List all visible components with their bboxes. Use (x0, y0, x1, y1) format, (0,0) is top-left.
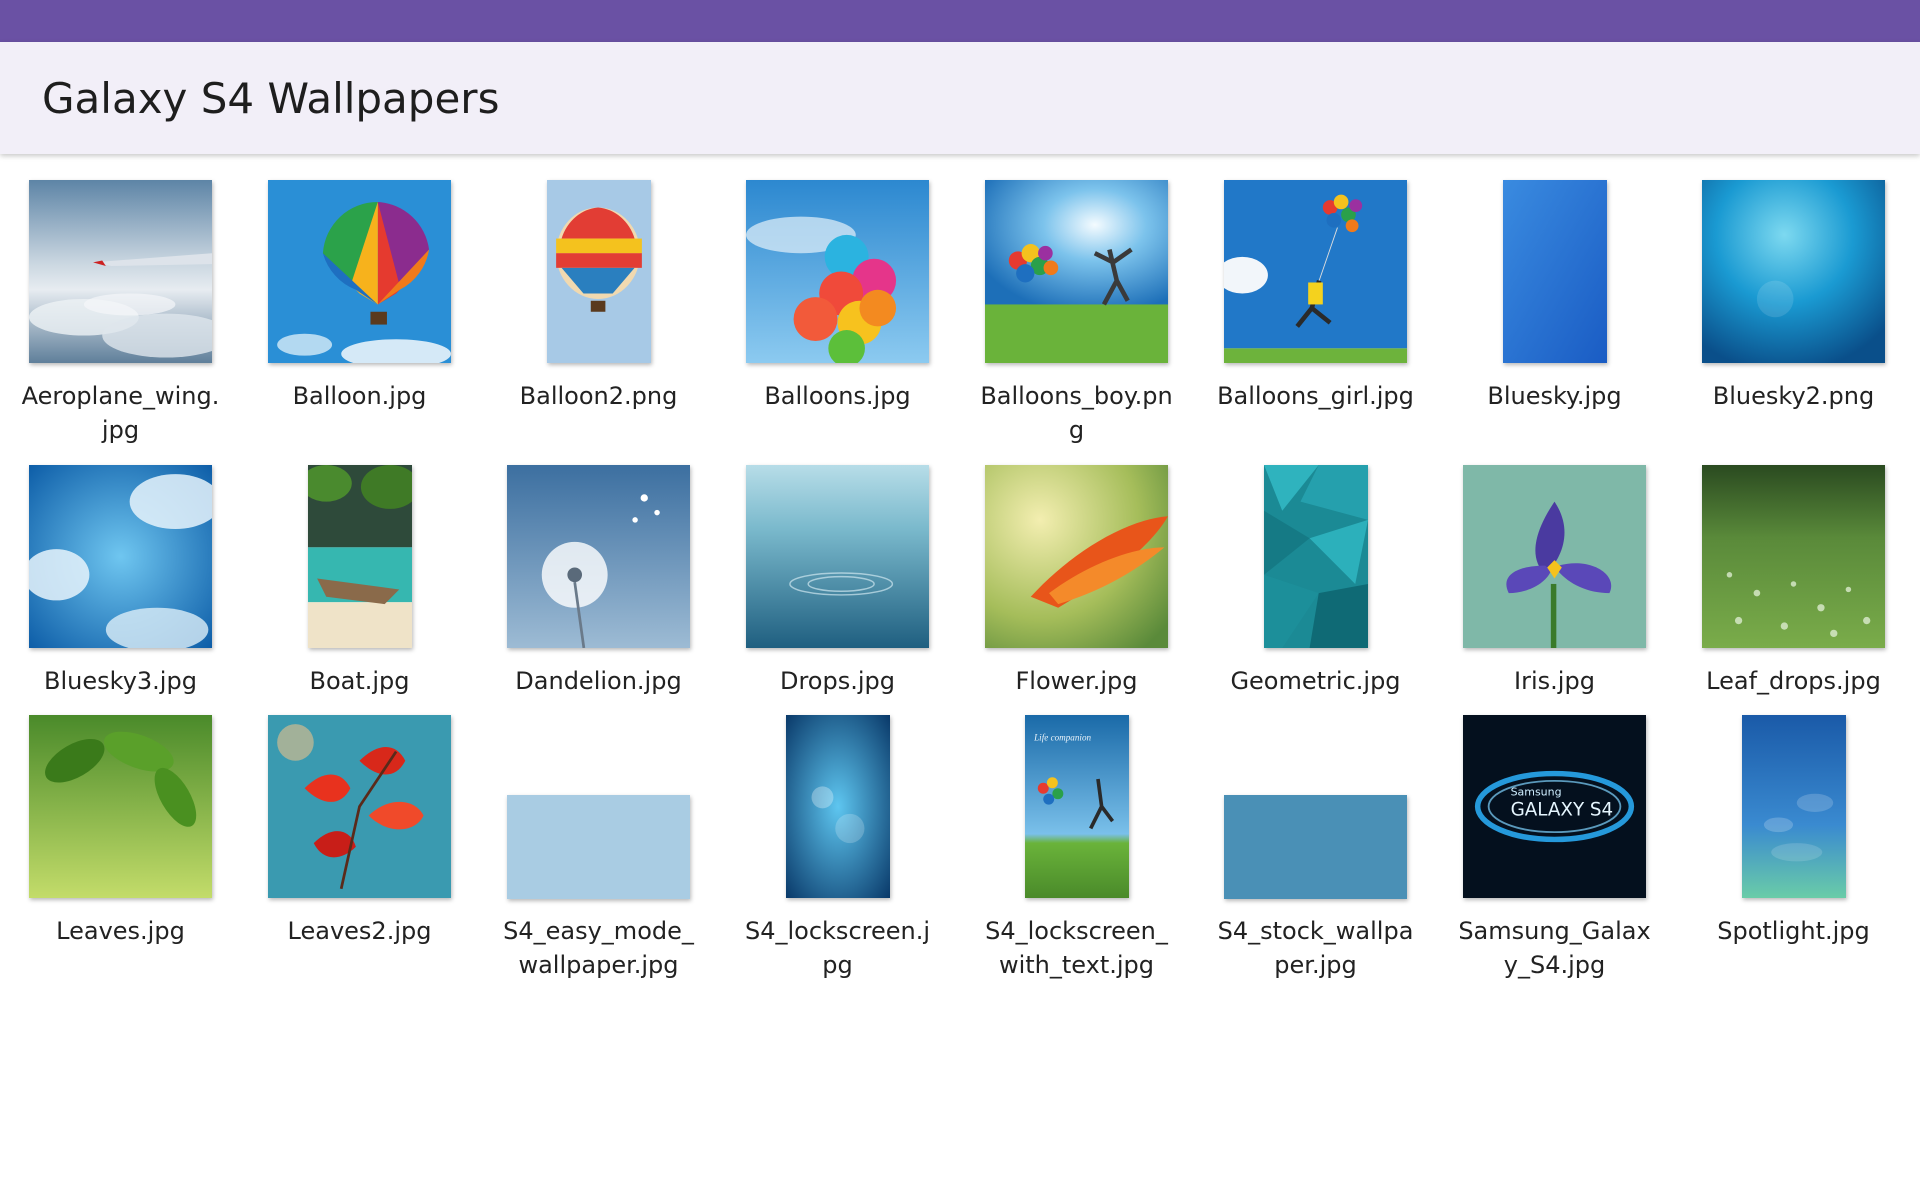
page-title: Galaxy S4 Wallpapers (42, 73, 500, 123)
wallpaper-filename: S4_lockscreen_with_text.jpg (985, 917, 1168, 979)
wallpaper-filename: Bluesky2.png (1712, 382, 1875, 410)
wallpaper-tile-drops[interactable]: Drops.jpg (718, 465, 957, 715)
lockscreen-caption: Life companion (1033, 733, 1091, 743)
wallpaper-filename: Balloon.jpg (292, 382, 427, 410)
wallpaper-thumbnail (507, 465, 690, 648)
app-header: Galaxy S4 Wallpapers (0, 42, 1920, 154)
wallpaper-filename: S4_stock_wallpaper.jpg (1217, 917, 1414, 979)
wallpaper-tile-balloons-girl[interactable]: Balloons_girl.jpg (1196, 180, 1435, 465)
wallpaper-thumbnail (268, 180, 451, 363)
wallpaper-tile-balloons[interactable]: Balloons.jpg (718, 180, 957, 465)
wallpaper-thumbnail (746, 465, 929, 648)
wallpaper-filename: Balloons_girl.jpg (1217, 382, 1414, 410)
wallpaper-tile-aeroplane-wing[interactable]: Aeroplane_wing.jpg (1, 180, 240, 465)
wallpaper-tile-leaves[interactable]: Leaves.jpg (1, 715, 240, 1000)
wallpaper-thumbnail (1741, 715, 1846, 898)
wallpaper-thumbnail (29, 180, 212, 363)
galaxy-brand-text: Samsung (1511, 786, 1562, 799)
wallpaper-filename: Balloons.jpg (764, 382, 911, 410)
wallpaper-tile-s4-lockscreen[interactable]: S4_lockscreen.jpg (718, 715, 957, 1000)
wallpaper-filename: Boat.jpg (309, 667, 410, 695)
wallpaper-thumbnail (746, 180, 929, 363)
wallpaper-thumbnail (1702, 180, 1885, 363)
wallpaper-tile-s4-stock-wallpaper[interactable]: S4_stock_wallpaper.jpg (1196, 715, 1435, 1000)
wallpaper-grid: Aeroplane_wing.jpg Balloon.jpg Balloon2.… (0, 180, 1920, 1000)
wallpaper-thumbnail (1702, 465, 1885, 648)
wallpaper-filename: Samsung_Galaxy_S4.jpg (1458, 917, 1651, 979)
wallpaper-thumbnail (307, 465, 412, 648)
wallpaper-filename: S4_lockscreen.jpg (744, 917, 931, 979)
wallpaper-thumbnail (546, 180, 651, 363)
wallpaper-tile-leaves2[interactable]: Leaves2.jpg (240, 715, 479, 1000)
wallpaper-filename: Bluesky.jpg (1487, 382, 1622, 410)
wallpaper-tile-balloon2[interactable]: Balloon2.png (479, 180, 718, 465)
wallpaper-tile-s4-easy-mode[interactable]: S4_easy_mode_wallpaper.jpg (479, 715, 718, 1000)
wallpaper-filename: Leaves.jpg (56, 917, 185, 945)
wallpaper-thumbnail (1224, 180, 1407, 363)
wallpaper-tile-boat[interactable]: Boat.jpg (240, 465, 479, 715)
wallpaper-thumbnail (1502, 180, 1607, 363)
wallpaper-thumbnail (29, 465, 212, 648)
wallpaper-tile-dandelion[interactable]: Dandelion.jpg (479, 465, 718, 715)
wallpaper-filename: Flower.jpg (1015, 667, 1138, 695)
wallpaper-tile-bluesky[interactable]: Bluesky.jpg (1435, 180, 1674, 465)
wallpaper-tile-iris[interactable]: Iris.jpg (1435, 465, 1674, 715)
wallpaper-tile-balloon[interactable]: Balloon.jpg (240, 180, 479, 465)
wallpaper-tile-bluesky3[interactable]: Bluesky3.jpg (1, 465, 240, 715)
wallpaper-filename: Aeroplane_wing.jpg (21, 382, 220, 444)
wallpaper-tile-s4-lockscreen-with-text[interactable]: Life companion S4_lockscreen_with_text.j… (957, 715, 1196, 1000)
wallpaper-thumbnail (268, 715, 451, 898)
wallpaper-thumbnail (985, 465, 1168, 648)
wallpaper-filename: Dandelion.jpg (515, 667, 682, 695)
wallpaper-filename: Iris.jpg (1514, 667, 1595, 695)
wallpaper-thumbnail (29, 715, 212, 898)
wallpaper-thumbnail (1263, 465, 1368, 648)
galaxy-model-text: GALAXY S4 (1511, 800, 1614, 821)
wallpaper-tile-leaf-drops[interactable]: Leaf_drops.jpg (1674, 465, 1913, 715)
wallpaper-tile-balloons-boy[interactable]: Balloons_boy.png (957, 180, 1196, 465)
wallpaper-filename: S4_easy_mode_wallpaper.jpg (503, 917, 694, 979)
wallpaper-thumbnail (985, 180, 1168, 363)
wallpaper-tile-samsung-galaxy-s4[interactable]: Samsung GALAXY S4 Samsung_Galaxy_S4.jpg (1435, 715, 1674, 1000)
wallpaper-filename: Leaf_drops.jpg (1706, 667, 1881, 695)
wallpaper-tile-spotlight[interactable]: Spotlight.jpg (1674, 715, 1913, 1000)
wallpaper-filename: Drops.jpg (779, 667, 895, 695)
status-bar (0, 0, 1920, 42)
wallpaper-filename: Balloon2.png (519, 382, 678, 410)
wallpaper-filename: Bluesky3.jpg (44, 667, 197, 695)
wallpaper-filename: Balloons_boy.png (980, 382, 1173, 444)
wallpaper-thumbnail (785, 715, 890, 898)
wallpaper-thumbnail (1224, 794, 1407, 899)
wallpaper-thumbnail: Samsung GALAXY S4 (1463, 715, 1646, 898)
wallpaper-tile-flower[interactable]: Flower.jpg (957, 465, 1196, 715)
wallpaper-filename: Leaves2.jpg (287, 917, 432, 945)
wallpaper-thumbnail: Life companion (1024, 715, 1129, 898)
wallpaper-thumbnail (507, 794, 690, 899)
wallpaper-tile-bluesky2[interactable]: Bluesky2.png (1674, 180, 1913, 465)
wallpaper-thumbnail (1463, 465, 1646, 648)
wallpaper-tile-geometric[interactable]: Geometric.jpg (1196, 465, 1435, 715)
wallpaper-filename: Spotlight.jpg (1717, 917, 1870, 945)
wallpaper-filename: Geometric.jpg (1230, 667, 1401, 695)
